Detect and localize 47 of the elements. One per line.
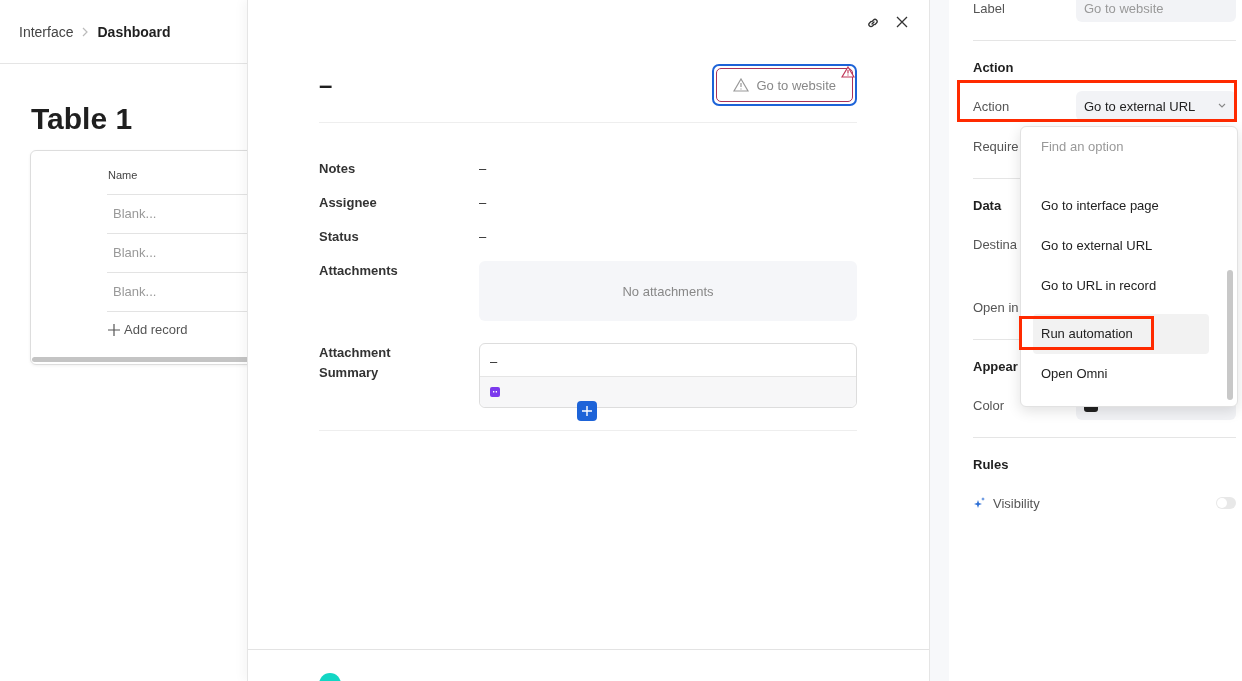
add-field-button[interactable] bbox=[577, 401, 597, 421]
breadcrumb-current: Dashboard bbox=[97, 23, 171, 40]
setting-label: Destina bbox=[973, 236, 1018, 252]
record-title: – bbox=[319, 71, 333, 99]
chevron-down-icon bbox=[1218, 103, 1226, 109]
setting-label: Label bbox=[973, 0, 1005, 16]
menu-item[interactable]: Go to external URL bbox=[1033, 226, 1209, 266]
label-input[interactable]: Go to website bbox=[1076, 0, 1236, 22]
setting-label: Visibility bbox=[993, 495, 1041, 511]
field-label: Status bbox=[319, 228, 360, 246]
menu-item[interactable]: Go to URL in record bbox=[1033, 266, 1209, 306]
field-value: – bbox=[479, 194, 487, 212]
section-heading: Appear bbox=[973, 359, 1018, 375]
field-label: Attachment Summary bbox=[319, 344, 392, 382]
plus-icon bbox=[582, 406, 592, 416]
sparkle-icon bbox=[973, 497, 985, 509]
column-header: Name bbox=[107, 163, 247, 195]
page-title: Table 1 bbox=[31, 102, 134, 136]
field-value: – bbox=[479, 228, 487, 246]
setting-label: Open in bbox=[973, 299, 1019, 315]
setting-label: Color bbox=[973, 397, 1005, 413]
plus-icon bbox=[108, 323, 120, 336]
breadcrumb-link[interactable]: Interface bbox=[19, 23, 74, 40]
warning-icon bbox=[732, 78, 749, 92]
link-icon[interactable] bbox=[866, 16, 880, 30]
field-value: – bbox=[479, 160, 487, 178]
chevron-right-icon bbox=[81, 26, 90, 37]
ai-icon bbox=[490, 387, 500, 397]
close-icon[interactable] bbox=[896, 16, 908, 28]
add-record-button[interactable]: Add record bbox=[107, 312, 189, 357]
action-select[interactable]: Go to external URL bbox=[1076, 91, 1236, 121]
setting-label: Require bbox=[973, 138, 1019, 154]
section-heading: Rules bbox=[973, 457, 1009, 473]
scrollbar[interactable] bbox=[1227, 270, 1233, 400]
go-to-website-button[interactable]: Go to website bbox=[715, 68, 853, 102]
search-field[interactable]: Find an option bbox=[1021, 127, 1237, 160]
menu-item[interactable]: Open Omni bbox=[1033, 354, 1209, 394]
field-label: Assignee bbox=[319, 194, 378, 212]
field-label: Notes bbox=[319, 160, 357, 178]
menu-item[interactable]: Go to interface page bbox=[1033, 186, 1209, 226]
warning-icon bbox=[841, 66, 855, 78]
section-heading: Data bbox=[973, 198, 1002, 214]
scrollbar[interactable] bbox=[32, 357, 247, 362]
field-label: Attachments bbox=[319, 262, 399, 280]
section-heading: Action bbox=[973, 60, 1014, 76]
attachments-dropzone[interactable]: No attachments bbox=[479, 261, 857, 321]
setting-label: Action bbox=[973, 98, 1010, 114]
